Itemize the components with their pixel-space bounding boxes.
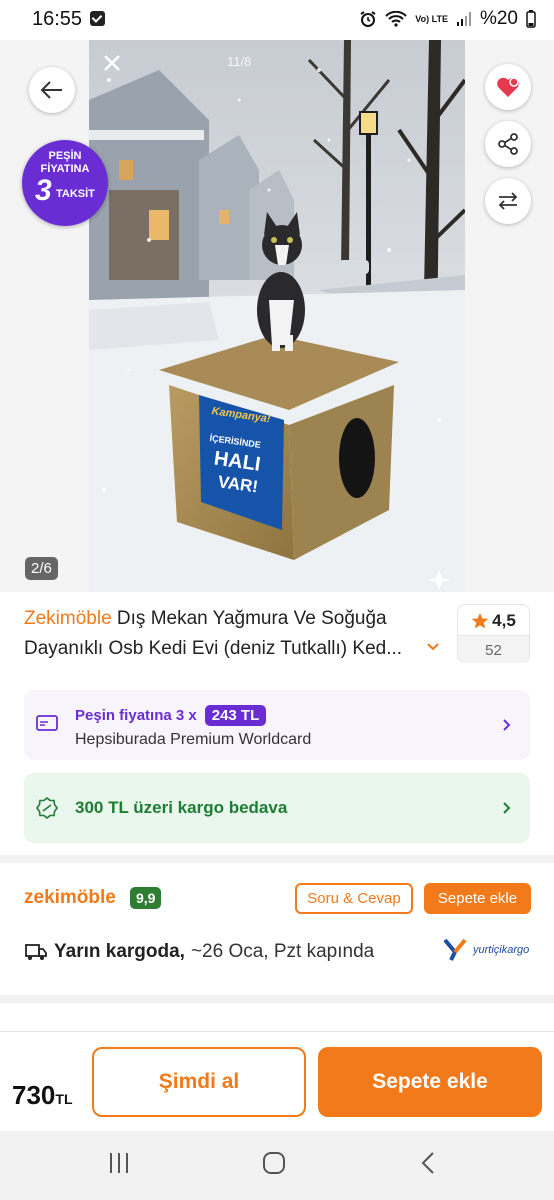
gallery-page-indicator: 2/6 — [25, 557, 58, 580]
chevron-right-icon — [503, 719, 511, 731]
notification-check-icon — [90, 11, 105, 26]
battery-text: %20 — [479, 8, 518, 29]
arrow-left-icon — [40, 81, 62, 99]
favorite-button[interactable] — [485, 64, 531, 110]
product-title: Zekimöble Dış Mekan Yağmura Ve Soğuğa Da… — [24, 604, 444, 664]
price-currency: TL — [55, 1091, 73, 1107]
delivery-truck-icon — [25, 944, 47, 960]
question-answer-button[interactable]: Soru & Cevap — [295, 883, 413, 914]
installment-promo[interactable]: Peşin fiyatına 3 x 243 TL Hepsiburada Pr… — [24, 690, 530, 760]
badge-number: 3 — [35, 174, 52, 207]
delivery-date: ~26 Oca, Pzt kapında — [190, 941, 375, 962]
installment-card-name: Hepsiburada Premium Worldcard — [75, 731, 312, 748]
signal-icon — [456, 12, 471, 26]
product-brand-link[interactable]: Zekimöble — [24, 608, 112, 629]
buy-now-button[interactable]: Şimdi al — [92, 1047, 306, 1117]
rating-count: 52 — [458, 635, 529, 663]
discount-badge-icon — [36, 797, 58, 819]
product-photo[interactable]: Kampanya! İÇERİSİNDE HALI VAR! 11/8 — [89, 40, 465, 592]
free-shipping-promo[interactable]: 300 TL üzeri kargo bedava — [24, 773, 530, 843]
alarm-icon — [360, 11, 376, 27]
share-icon — [498, 133, 518, 155]
section-divider — [0, 995, 554, 1003]
delivery-bold: Yarın kargoda, — [54, 941, 185, 962]
price: 730TL — [12, 1080, 73, 1111]
system-navigation-bar — [0, 1131, 554, 1200]
credit-card-icon — [36, 715, 58, 731]
yurtici-logo-icon — [443, 938, 467, 961]
badge-line3: TAKSİT — [56, 188, 95, 200]
add-to-cart-button[interactable]: Sepete ekle — [318, 1047, 542, 1117]
price-value: 730 — [12, 1080, 56, 1110]
delivery-info: Yarın kargoda, ~26 Oca, Pzt kapında — [24, 941, 374, 963]
heart-icon — [497, 77, 519, 97]
badge-line1: PEŞİN — [48, 150, 82, 162]
rating-value: 4,5 — [492, 611, 516, 630]
photo-counter: 11/8 — [227, 54, 252, 69]
seller-name-link[interactable]: zekimöble — [24, 887, 116, 909]
section-divider — [0, 855, 554, 863]
status-time: 16:55 — [32, 8, 83, 30]
status-icons: Vo) LTE %20 — [359, 8, 536, 30]
battery-icon — [526, 10, 536, 28]
wifi-icon — [385, 11, 408, 27]
seller-add-to-cart-button[interactable]: Sepete ekle — [424, 883, 531, 914]
rating-box[interactable]: 4,5 52 — [457, 604, 530, 663]
installment-badge: PEŞİN FİYATINA 3 TAKSİT — [22, 140, 108, 226]
seller-score-badge: 9,9 — [130, 887, 162, 909]
free-shipping-text: 300 TL üzeri kargo bedava — [75, 798, 288, 817]
product-title-line2: Dayanıklı Osb Kedi Evi (deniz Tutkallı) … — [24, 638, 403, 659]
carrier-logo: yurtiçikargo — [443, 938, 529, 962]
back-button[interactable] — [29, 67, 75, 113]
compare-button[interactable] — [485, 178, 531, 224]
expand-title-chevron-icon[interactable] — [426, 640, 440, 654]
back-nav-icon[interactable] — [420, 1151, 436, 1175]
installment-label: Peşin fiyatına 3 x — [75, 707, 197, 724]
carrier-name: yurtiçikargo — [473, 944, 530, 956]
product-gallery[interactable]: Kampanya! İÇERİSİNDE HALI VAR! 11/8 PEŞİ… — [0, 40, 554, 592]
product-title-line1: Dış Mekan Yağmura Ve Soğuğa — [111, 608, 387, 629]
recent-apps-icon[interactable] — [107, 1151, 131, 1175]
chevron-right-icon — [503, 802, 511, 814]
close-watermark-icon — [104, 55, 120, 71]
share-button[interactable] — [485, 121, 531, 167]
home-icon[interactable] — [262, 1151, 286, 1175]
swap-arrows-icon — [498, 192, 518, 210]
network-type: Vo) LTE — [415, 13, 448, 24]
star-icon — [471, 612, 489, 629]
installment-amount: 243 TL — [204, 705, 267, 726]
status-bar: 16:55 Vo) LTE %20 — [0, 0, 554, 40]
